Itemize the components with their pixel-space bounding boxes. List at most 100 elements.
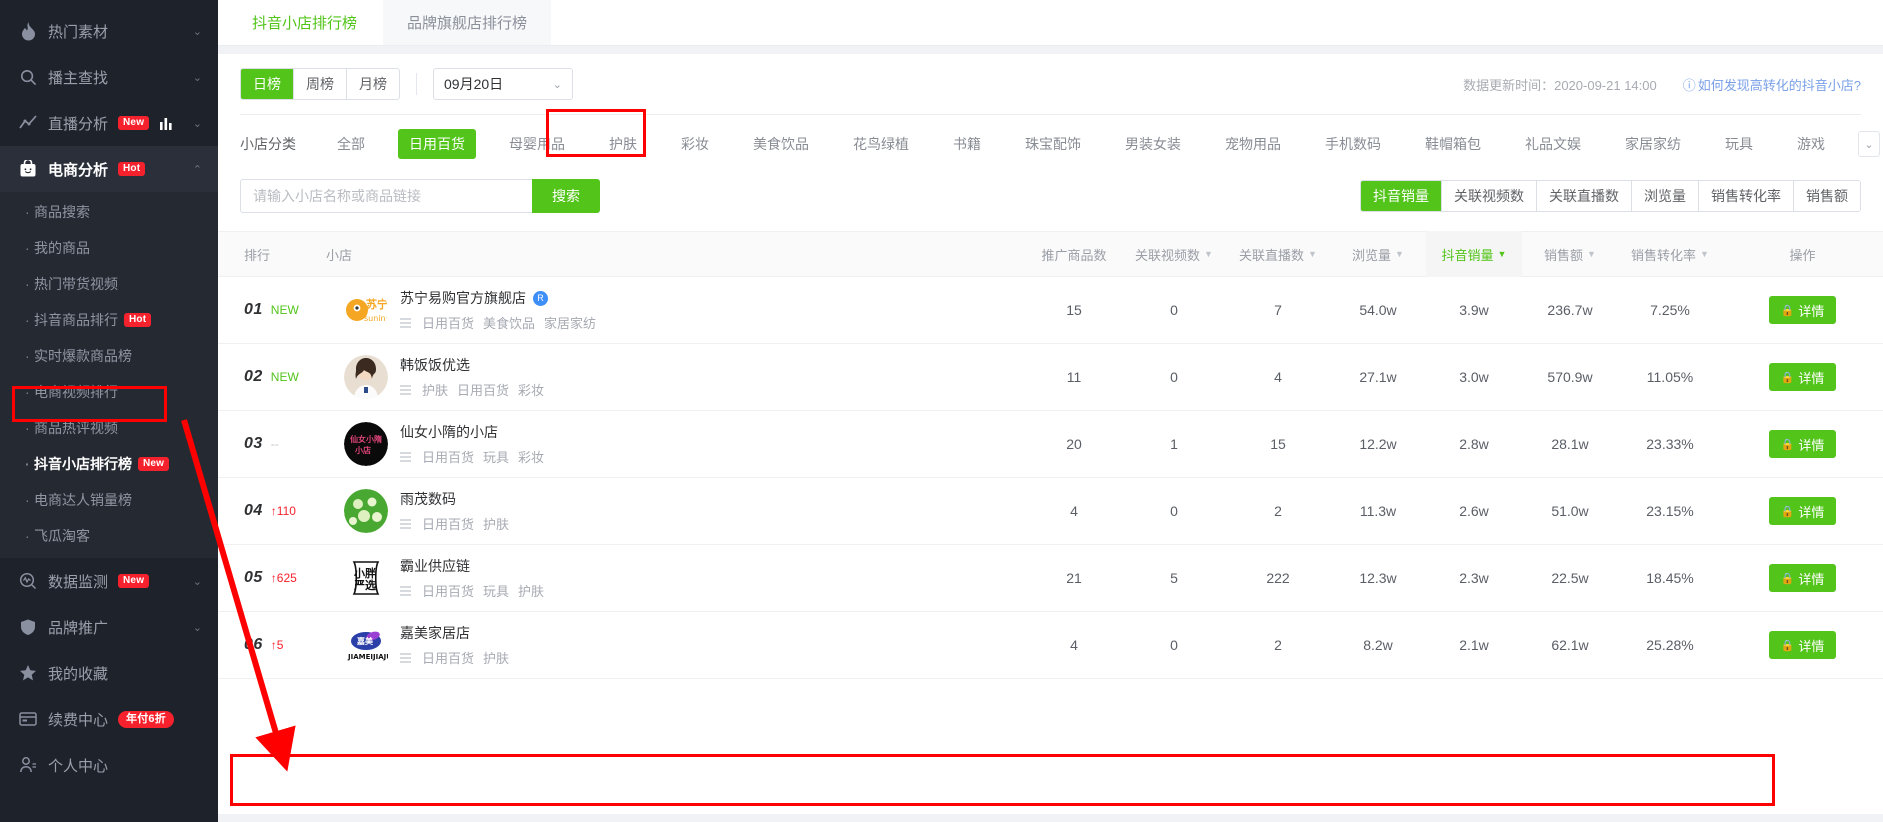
sidebar-item-product-search[interactable]: · 商品搜索 <box>0 194 218 230</box>
category-all[interactable]: 全部 <box>326 129 376 159</box>
shop-cell[interactable]: 小胖 严选 霸业供应链 日用百货 玩具 护肤 <box>326 556 1026 600</box>
sort-caret-icon: ▼ <box>1395 249 1404 259</box>
col-label: 抖音销量 <box>1441 247 1494 263</box>
sidebar-item-ecommerce-video-rank[interactable]: · 电商视频排行 <box>0 374 218 410</box>
sidebar-item-ecommerce-influencer-rank[interactable]: · 电商达人销量榜 <box>0 482 218 518</box>
sidebar-subitem-label: 热门带货视频 <box>34 276 118 292</box>
category-daily-goods[interactable]: 日用百货 <box>398 129 476 159</box>
category-pet[interactable]: 宠物用品 <box>1214 129 1292 159</box>
sidebar-item-renewal-center[interactable]: 续费中心 年付6折 <box>0 696 218 742</box>
category-plants[interactable]: 花鸟绿植 <box>842 129 920 159</box>
sidebar-item-douyin-product-rank[interactable]: · 抖音商品排行 Hot <box>0 302 218 338</box>
sidebar-item-data-monitor[interactable]: 数据监测 New ⌄ <box>0 558 218 604</box>
sort-conversion[interactable]: 销售转化率 <box>1699 181 1794 211</box>
search-input[interactable] <box>240 179 532 213</box>
sidebar-item-my-products[interactable]: · 我的商品 <box>0 230 218 266</box>
action-cell: 🔒 详情 <box>1722 430 1883 458</box>
tab-brand-flagship-rank[interactable]: 品牌旗舰店排行榜 <box>383 0 552 45</box>
category-home[interactable]: 家居家纺 <box>1614 129 1692 159</box>
category-clothing[interactable]: 男装女装 <box>1114 129 1192 159</box>
category-toys[interactable]: 玩具 <box>1714 129 1764 159</box>
category-jewelry[interactable]: 珠宝配饰 <box>1014 129 1092 159</box>
sidebar-item-personal-center[interactable]: 个人中心 <box>0 742 218 788</box>
table-row[interactable]: 05 ↑625 小胖 严选 霸业供应链 日用百货 玩具 护肤 21 5 222 … <box>218 545 1883 612</box>
period-monthly-button[interactable]: 月榜 <box>347 69 399 99</box>
col-rank: 排行 <box>244 247 271 263</box>
list-icon <box>400 518 411 529</box>
promo-items-value: 4 <box>1070 637 1078 653</box>
table-row[interactable]: 01 NEW 苏宁 suning 苏宁易购官方旗舰店 R <box>218 277 1883 344</box>
category-games[interactable]: 游戏 <box>1786 129 1836 159</box>
shop-cell[interactable]: 韩饭饭优选 护肤 日用百货 彩妆 <box>326 355 1026 399</box>
sidebar-item-hot-materials[interactable]: 热门素材 ⌄ <box>0 8 218 54</box>
table-row[interactable]: 04 ↑110 雨茂数码 日用百货 护肤 4 0 2 11.3w 2.6w 51… <box>218 478 1883 545</box>
col-sales-amount[interactable]: 销售额 ▼ <box>1522 245 1618 264</box>
shop-name-row: 苏宁易购官方旗舰店 R <box>400 288 596 308</box>
sidebar-item-douyin-shop-rank[interactable]: · 抖音小店排行榜 New <box>0 446 218 482</box>
sidebar-item-realtime-hot-products[interactable]: · 实时爆款商品榜 <box>0 338 218 374</box>
table-row[interactable]: 03 -- 仙女小隋 小店 仙女小隋的小店 日用百货 玩具 彩妆 20 1 15… <box>218 411 1883 478</box>
period-weekly-button[interactable]: 周榜 <box>294 69 347 99</box>
col-shop: 小店 <box>326 247 353 263</box>
col-views[interactable]: 浏览量 ▼ <box>1330 245 1426 264</box>
bullet-icon: · <box>25 312 30 328</box>
detail-button[interactable]: 🔒 详情 <box>1768 296 1837 324</box>
category-shoes-bags[interactable]: 鞋帽箱包 <box>1414 129 1492 159</box>
sidebar-item-my-favorites[interactable]: 我的收藏 <box>0 650 218 696</box>
sort-douyin-sales[interactable]: 抖音销量 <box>1361 181 1442 211</box>
period-daily-button[interactable]: 日榜 <box>241 69 294 99</box>
col-label: 推广商品数 <box>1041 247 1107 263</box>
detail-button[interactable]: 🔒 详情 <box>1768 564 1837 592</box>
shop-cell[interactable]: 嘉美 JIAMEIJIAJU 嘉美家居店 日用百货 护肤 <box>326 623 1026 667</box>
sidebar-item-product-review-videos[interactable]: · 商品热评视频 <box>0 410 218 446</box>
detail-button[interactable]: 🔒 详情 <box>1768 497 1837 525</box>
shop-name: 苏宁易购官方旗舰店 <box>400 290 526 306</box>
detail-button[interactable]: 🔒 详情 <box>1768 631 1837 659</box>
shop-tag: 彩妆 <box>518 383 545 398</box>
col-douyin-sales[interactable]: 抖音销量 ▼ <box>1426 231 1522 277</box>
rank-number: 04 <box>244 502 263 519</box>
search-button[interactable]: 搜索 <box>532 179 600 213</box>
sort-sales-amount[interactable]: 销售额 <box>1794 181 1860 211</box>
sort-video-count[interactable]: 关联视频数 <box>1442 181 1537 211</box>
sidebar-item-brand-promotion[interactable]: 品牌推广 ⌄ <box>0 604 218 650</box>
col-video-count[interactable]: 关联视频数 ▼ <box>1122 245 1226 264</box>
svg-text:严选: 严选 <box>353 578 376 592</box>
table-row[interactable]: 02 NEW 韩饭饭优选 护肤 日用百货 彩妆 11 0 4 27.1w 3.0… <box>218 344 1883 411</box>
howto-link[interactable]: ⓘ 如何发现高转化的抖音小店? <box>1683 75 1861 94</box>
category-skincare[interactable]: 护肤 <box>598 129 648 159</box>
chevron-down-icon[interactable]: ⌄ <box>1858 131 1880 157</box>
detail-button[interactable]: 🔒 详情 <box>1768 430 1837 458</box>
sidebar: 热门素材 ⌄ 播主查找 ⌄ 直播分析 New ⌄ 电商分析 Hot ⌃ · 商品… <box>0 0 218 822</box>
detail-button[interactable]: 🔒 详情 <box>1768 363 1837 391</box>
sidebar-item-anchor-search[interactable]: 播主查找 ⌄ <box>0 54 218 100</box>
category-books[interactable]: 书籍 <box>942 129 992 159</box>
date-picker[interactable]: 09月20日 ⌄ <box>433 68 573 100</box>
sort-views[interactable]: 浏览量 <box>1632 181 1699 211</box>
sidebar-item-live-analysis[interactable]: 直播分析 New ⌄ <box>0 100 218 146</box>
live-count-value: 222 <box>1266 570 1290 586</box>
views-value: 8.2w <box>1363 637 1393 653</box>
category-food-drink[interactable]: 美食饮品 <box>742 129 820 159</box>
sidebar-item-label: 我的收藏 <box>48 665 109 683</box>
shop-cell[interactable]: 雨茂数码 日用百货 护肤 <box>326 489 1026 533</box>
category-maternal[interactable]: 母婴用品 <box>498 129 576 159</box>
rank-cell: 03 -- <box>218 435 326 453</box>
category-makeup[interactable]: 彩妆 <box>670 129 720 159</box>
table-row[interactable]: 06 ↑5 嘉美 JIAMEIJIAJU 嘉美家居店 日用百货 护肤 4 0 2… <box>218 612 1883 679</box>
sidebar-item-feigua-taoke[interactable]: · 飞瓜淘客 <box>0 518 218 554</box>
category-gifts[interactable]: 礼品文娱 <box>1514 129 1592 159</box>
shop-cell[interactable]: 仙女小隋 小店 仙女小隋的小店 日用百货 玩具 彩妆 <box>326 422 1026 466</box>
rank-panel: 日榜 周榜 月榜 09月20日 ⌄ 数据更新时间：2020-09-21 14:0… <box>218 54 1883 814</box>
sidebar-item-hot-sales-videos[interactable]: · 热门带货视频 <box>0 266 218 302</box>
views-value: 11.3w <box>1359 503 1397 519</box>
shop-cell[interactable]: 苏宁suning 苏宁易购官方旗舰店 R 日用百货 美食 <box>326 288 1026 332</box>
bullet-icon: · <box>25 456 30 472</box>
tab-douyin-shop-rank[interactable]: 抖音小店排行榜 <box>228 0 382 45</box>
sort-live-count[interactable]: 关联直播数 <box>1537 181 1632 211</box>
category-digital[interactable]: 手机数码 <box>1314 129 1392 159</box>
shop-name-row: 仙女小隋的小店 <box>400 422 544 442</box>
sidebar-item-ecommerce-analysis[interactable]: 电商分析 Hot ⌃ <box>0 146 218 192</box>
col-conversion[interactable]: 销售转化率 ▼ <box>1618 245 1722 264</box>
col-live-count[interactable]: 关联直播数 ▼ <box>1226 245 1330 264</box>
